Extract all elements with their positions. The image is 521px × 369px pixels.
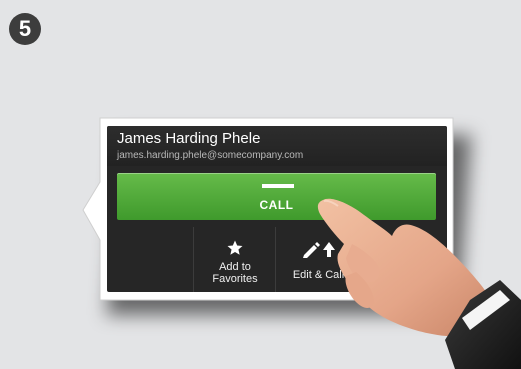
- pointing-hand-illustration: [317, 198, 521, 369]
